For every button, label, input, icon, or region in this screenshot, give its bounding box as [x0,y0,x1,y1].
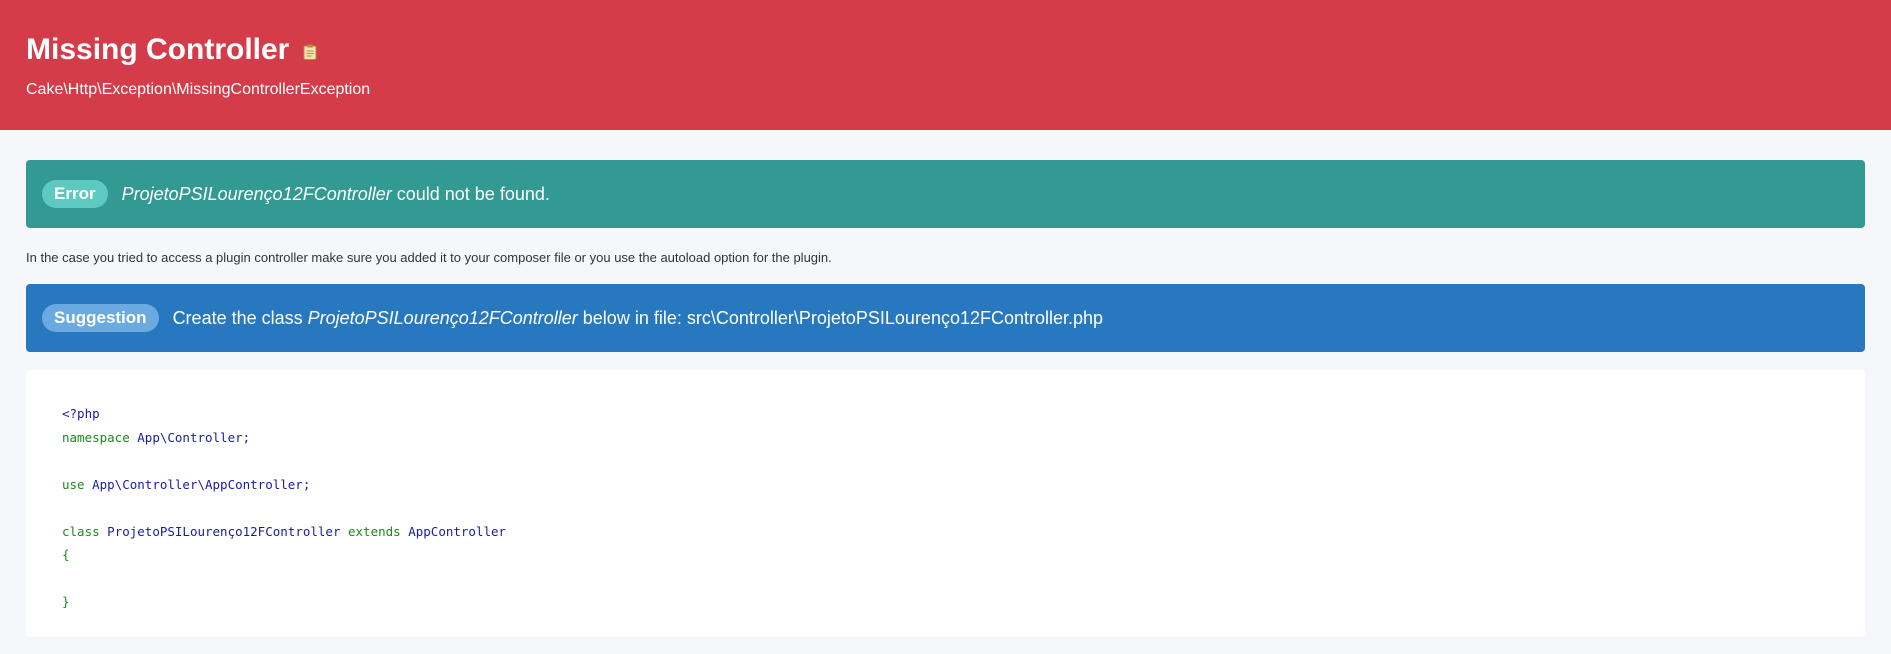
clipboard-icon[interactable] [303,44,317,60]
code-line: class ProjetoPSILourenço12FController ex… [62,520,1829,544]
code-line: use App\Controller\AppController; [62,473,1829,497]
code-class-keyword: class [62,523,100,539]
code-php-open: <?php [62,406,100,421]
code-line: { [62,543,1829,567]
suggestion-suffix: below in file: src\Controller\ProjetoPSI… [577,307,1104,328]
code-line: namespace App\Controller; [62,426,1829,450]
error-header: Missing Controller Cake\Http\Exception\M… [0,0,1891,130]
suggestion-alert: Suggestion Create the class ProjetoPSILo… [26,284,1865,352]
code-open-brace: { [62,547,70,562]
error-message: ProjetoPSILourenço12FController could no… [122,184,550,205]
suggestion-class-name: ProjetoPSILourenço12FController [307,307,578,328]
code-parent-class: AppController [408,523,507,539]
code-snippet: <?php namespace App\Controller; use App\… [26,370,1865,637]
suggestion-message: Create the class ProjetoPSILourenço12FCo… [173,308,1104,329]
plugin-note: In the case you tried to access a plugin… [26,250,832,265]
code-namespace-keyword: namespace [62,429,130,445]
code-line: <?php [62,402,1829,426]
code-use-keyword: use [62,476,85,492]
error-alert: Error ProjetoPSILourenço12FController co… [26,160,1865,228]
error-badge: Error [42,180,108,208]
exception-class: Cake\Http\Exception\MissingControllerExc… [26,81,371,98]
code-line: } [62,590,1829,614]
error-message-text: could not be found. [391,183,550,204]
code-class-name: ProjetoPSILourenço12FController [107,523,341,539]
suggestion-badge: Suggestion [42,304,159,332]
page-title-row: Missing Controller [26,32,1865,68]
main-content: Error ProjetoPSILourenço12FController co… [0,130,1891,637]
code-namespace-value: App\Controller; [137,429,251,445]
error-class-name: ProjetoPSILourenço12FController [121,183,392,204]
suggestion-prefix: Create the class [172,307,308,328]
page-title: Missing Controller [26,33,290,66]
code-extends-keyword: extends [348,523,401,539]
code-use-value: App\Controller\AppController; [92,476,311,492]
code-close-brace: } [62,594,70,609]
